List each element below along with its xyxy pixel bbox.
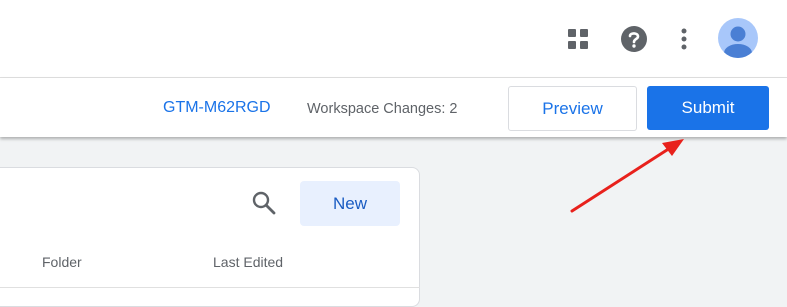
column-header-folder[interactable]: Folder: [42, 254, 82, 270]
search-icon[interactable]: [250, 189, 278, 217]
new-button-label: New: [332, 193, 367, 213]
workspace-changes-text: Workspace Changes: 2: [307, 101, 458, 117]
submit-button[interactable]: Submit: [647, 86, 769, 130]
account-avatar-icon[interactable]: [718, 18, 758, 58]
more-vert-icon[interactable]: [669, 22, 699, 56]
preview-button-label: Preview: [542, 98, 603, 118]
new-button[interactable]: New: [300, 181, 400, 226]
preview-button[interactable]: Preview: [508, 86, 637, 131]
submit-button-label: Submit: [681, 98, 735, 117]
workspace-toolbar: GTM-M62RGD Workspace Changes: 2 Preview …: [0, 78, 787, 137]
help-icon[interactable]: [619, 22, 649, 56]
apps-grid-icon[interactable]: [563, 22, 593, 56]
column-header-last-edited[interactable]: Last Edited: [213, 254, 283, 270]
table-divider: [0, 287, 420, 288]
annotation-arrow-icon: [570, 139, 684, 213]
container-id-link[interactable]: GTM-M62RGD: [163, 99, 271, 117]
app-header: [0, 0, 787, 78]
